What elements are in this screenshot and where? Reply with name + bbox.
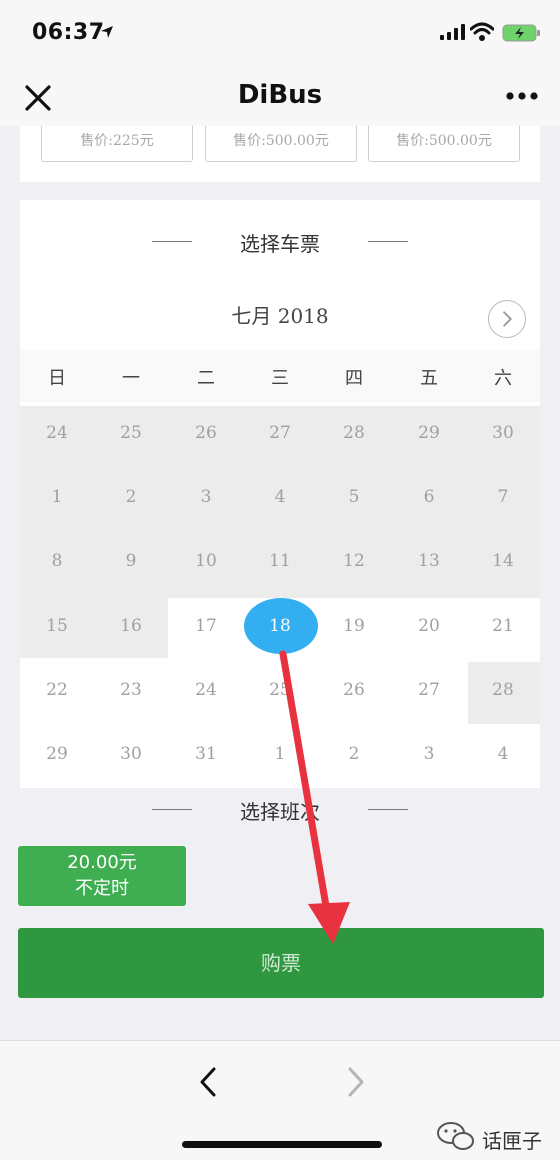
calendar-day[interactable]: 31 bbox=[169, 744, 243, 764]
calendar-day[interactable]: 15 bbox=[20, 616, 94, 636]
calendar-day[interactable]: 1 bbox=[20, 487, 94, 507]
divider bbox=[368, 809, 408, 810]
divider bbox=[368, 241, 408, 242]
calendar-day[interactable]: 21 bbox=[466, 616, 540, 636]
calendar-day[interactable]: 28 bbox=[317, 423, 391, 443]
calendar-day[interactable]: 11 bbox=[243, 551, 317, 571]
shift-time: 不定时 bbox=[75, 878, 129, 899]
battery-charging-icon bbox=[502, 24, 540, 42]
price-option[interactable]: 售价:500.00元 bbox=[368, 126, 520, 162]
calendar-day[interactable]: 13 bbox=[392, 551, 466, 571]
calendar-day[interactable]: 27 bbox=[243, 423, 317, 443]
back-icon[interactable] bbox=[196, 1065, 220, 1099]
calendar-day[interactable]: 3 bbox=[169, 487, 243, 507]
calendar-day[interactable]: 24 bbox=[20, 423, 94, 443]
wifi-icon bbox=[470, 22, 494, 41]
wechat-logo-icon bbox=[437, 1122, 474, 1150]
location-arrow-icon bbox=[101, 26, 113, 38]
weekday-label: 二 bbox=[197, 368, 215, 389]
status-time: 06:37 bbox=[32, 20, 105, 45]
calendar-day[interactable]: 9 bbox=[94, 551, 168, 571]
calendar-day[interactable]: 5 bbox=[317, 487, 391, 507]
shift-price: 20.00元 bbox=[67, 852, 137, 873]
calendar-day[interactable]: 10 bbox=[169, 551, 243, 571]
weekday-label: 五 bbox=[420, 368, 438, 389]
forward-icon[interactable] bbox=[344, 1065, 368, 1099]
home-indicator[interactable] bbox=[182, 1141, 382, 1148]
weekday-label: 一 bbox=[122, 368, 140, 389]
browser-bottom-bar: 话匣子 bbox=[0, 1040, 560, 1160]
more-icon[interactable] bbox=[500, 80, 544, 112]
calendar-card: 选择车票 七月 2018 日 一 二 三 四 五 六 24 25 26 27 28 29 3… bbox=[20, 200, 540, 788]
weekday-label: 三 bbox=[271, 368, 289, 389]
nav-bar: DiBus bbox=[0, 66, 560, 126]
shift-option[interactable]: 20.00元 不定时 bbox=[18, 846, 186, 906]
calendar-day[interactable]: 19 bbox=[317, 616, 391, 636]
status-bar: 06:37 bbox=[0, 0, 560, 66]
cellular-signal-icon bbox=[440, 24, 465, 40]
calendar-day[interactable]: 8 bbox=[20, 551, 94, 571]
calendar-day[interactable]: 7 bbox=[466, 487, 540, 507]
calendar-day[interactable]: 1 bbox=[243, 744, 317, 764]
calendar-day[interactable]: 24 bbox=[169, 680, 243, 700]
calendar-day[interactable]: 4 bbox=[243, 487, 317, 507]
calendar-day[interactable]: 16 bbox=[94, 616, 168, 636]
calendar-day[interactable]: 20 bbox=[392, 616, 466, 636]
month-label: 七月 2018 bbox=[231, 304, 329, 328]
shift-section-title: 选择班次 bbox=[240, 800, 320, 824]
calendar-day[interactable]: 26 bbox=[169, 423, 243, 443]
calendar-day[interactable]: 29 bbox=[20, 744, 94, 764]
buy-ticket-button[interactable]: 购票 bbox=[18, 928, 544, 998]
price-card: 售价:225元 售价:500.00元 售价:500.00元 bbox=[20, 126, 540, 182]
calendar-day[interactable]: 26 bbox=[317, 680, 391, 700]
watermark: 话匣子 bbox=[436, 1119, 556, 1159]
calendar-day[interactable]: 12 bbox=[317, 551, 391, 571]
calendar-day[interactable]: 17 bbox=[169, 616, 243, 636]
calendar-day[interactable]: 6 bbox=[392, 487, 466, 507]
watermark-label: 话匣子 bbox=[482, 1129, 542, 1153]
calendar-day[interactable]: 29 bbox=[392, 423, 466, 443]
calendar-day[interactable]: 4 bbox=[466, 744, 540, 764]
calendar-day[interactable]: 14 bbox=[466, 551, 540, 571]
calendar-day[interactable]: 22 bbox=[20, 680, 94, 700]
price-option[interactable]: 售价:500.00元 bbox=[205, 126, 357, 162]
calendar-day[interactable]: 25 bbox=[243, 680, 317, 700]
calendar-day[interactable]: 30 bbox=[94, 744, 168, 764]
price-option[interactable]: 售价:225元 bbox=[41, 126, 193, 162]
next-month-icon[interactable] bbox=[488, 300, 526, 338]
ticket-section-title: 选择车票 bbox=[240, 232, 320, 256]
calendar-day[interactable]: 25 bbox=[94, 423, 168, 443]
calendar-day[interactable]: 2 bbox=[94, 487, 168, 507]
calendar-day[interactable]: 23 bbox=[94, 680, 168, 700]
page-title: DiBus bbox=[237, 80, 323, 110]
weekday-label: 四 bbox=[345, 368, 363, 389]
weekday-label: 六 bbox=[494, 368, 512, 389]
calendar-day-selected[interactable]: 18 bbox=[243, 616, 317, 636]
calendar-day[interactable]: 3 bbox=[392, 744, 466, 764]
calendar-day[interactable]: 27 bbox=[392, 680, 466, 700]
weekday-header: 日 一 二 三 四 五 六 bbox=[20, 350, 540, 402]
calendar-day[interactable]: 2 bbox=[317, 744, 391, 764]
calendar-day[interactable]: 30 bbox=[466, 423, 540, 443]
calendar-day[interactable]: 28 bbox=[466, 680, 540, 700]
weekday-label: 日 bbox=[48, 368, 66, 389]
